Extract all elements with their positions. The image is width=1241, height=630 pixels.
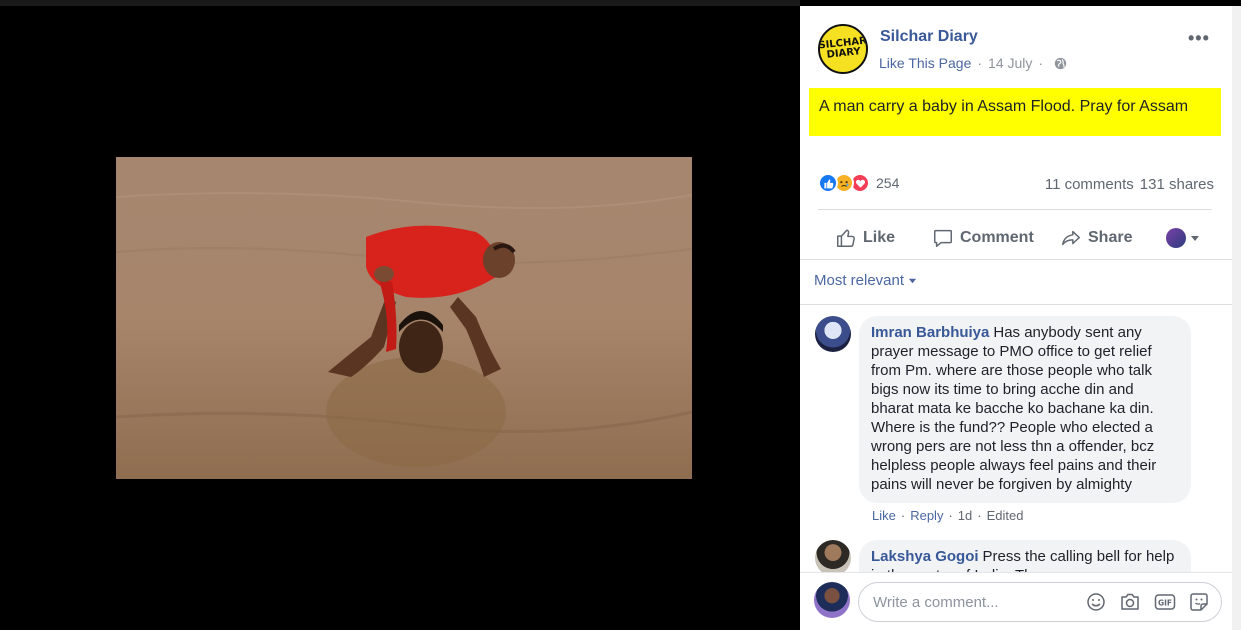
- comment-action-separator: ·: [948, 508, 953, 523]
- comment-action-separator: ·: [977, 508, 982, 523]
- like-button[interactable]: Like: [835, 216, 895, 260]
- share-icon: [1062, 230, 1080, 246]
- globe-icon: [1054, 57, 1067, 69]
- comment-sort-dropdown[interactable]: Most relevant: [814, 272, 917, 289]
- page-name[interactable]: Silchar Diary: [880, 28, 978, 46]
- divider: [818, 209, 1212, 210]
- more-icon[interactable]: •••: [1188, 28, 1210, 49]
- post-text: A man carry a baby in Assam Flood. Pray …: [809, 88, 1221, 136]
- comment-reply-link[interactable]: Reply: [910, 508, 943, 523]
- comment-composer[interactable]: GIF: [858, 582, 1222, 622]
- sticker-icon[interactable]: [1189, 592, 1209, 612]
- emoji-icon[interactable]: [1086, 592, 1106, 612]
- share-button[interactable]: Share: [1060, 216, 1132, 260]
- meta-separator: ·: [977, 55, 983, 71]
- thumbs-up-icon: [837, 229, 855, 247]
- top-strip: [0, 0, 800, 6]
- photo-viewer: [0, 0, 800, 630]
- reaction-identity-selector[interactable]: [1166, 216, 1206, 260]
- comments-count-link[interactable]: 11 comments: [1045, 176, 1134, 193]
- like-label: Like: [863, 229, 896, 246]
- meta-separator: ·: [1038, 55, 1044, 71]
- shares-count-link[interactable]: 131 shares: [1140, 176, 1214, 193]
- comment-author[interactable]: Imran Barbhuiya: [871, 324, 989, 341]
- page-avatar-logo: SILCHAR DIARY: [818, 35, 868, 61]
- comment-button[interactable]: Comment: [932, 216, 1034, 260]
- caret-down-icon: [1191, 236, 1199, 241]
- flood-photo-image: [116, 157, 692, 479]
- post-panel: SILCHAR DIARY Silchar Diary Like This Pag…: [800, 6, 1232, 630]
- divider: [800, 304, 1232, 305]
- comment-like-link[interactable]: Like: [872, 508, 896, 523]
- comment-edited-label[interactable]: Edited: [987, 508, 1024, 523]
- user-avatar-small: [1166, 228, 1186, 248]
- comment-action-separator: ·: [900, 508, 906, 523]
- sort-label: Most relevant: [814, 272, 905, 289]
- commenter-avatar[interactable]: [815, 316, 851, 352]
- divider: [800, 259, 1232, 260]
- gif-icon[interactable]: GIF: [1154, 592, 1176, 612]
- post-photo[interactable]: [116, 157, 692, 479]
- comment-input[interactable]: [873, 593, 1073, 611]
- composer-icons: GIF: [1086, 592, 1209, 612]
- post-meta: Like This Page · 14 July ·: [879, 55, 1067, 71]
- comment-label: Comment: [960, 229, 1034, 246]
- like-page-link[interactable]: Like This Page: [879, 55, 971, 71]
- engagement-counts: 11 comments 131 shares: [1045, 176, 1214, 193]
- panel-scrollbar[interactable]: [1232, 6, 1241, 630]
- post-date[interactable]: 14 July: [988, 55, 1032, 71]
- comment-time[interactable]: 1d: [958, 508, 972, 523]
- share-label: Share: [1088, 229, 1133, 246]
- post-actions: Like Comment Share: [818, 216, 1212, 260]
- post-header: SILCHAR DIARY Silchar Diary Like This Pag…: [800, 6, 1232, 86]
- like-reaction-icon: [818, 173, 838, 193]
- camera-icon[interactable]: [1119, 592, 1141, 612]
- comment-icon: [934, 229, 952, 247]
- comment-text: Has anybody sent any prayer message to P…: [871, 324, 1157, 493]
- svg-text:GIF: GIF: [1158, 599, 1172, 608]
- current-user-avatar: [814, 582, 850, 618]
- caret-down-icon: [908, 278, 917, 284]
- comment-actions: Like · Reply · 1d · Edited: [872, 508, 1023, 523]
- reaction-count: 254: [876, 175, 900, 191]
- comment-bubble: Imran Barbhuiya Has anybody sent any pray…: [859, 316, 1191, 503]
- page-avatar[interactable]: SILCHAR DIARY: [818, 24, 868, 74]
- comment-author[interactable]: Lakshya Gogoi: [871, 548, 979, 565]
- reactions-summary[interactable]: 254: [818, 173, 899, 193]
- commenter-avatar[interactable]: [815, 540, 851, 576]
